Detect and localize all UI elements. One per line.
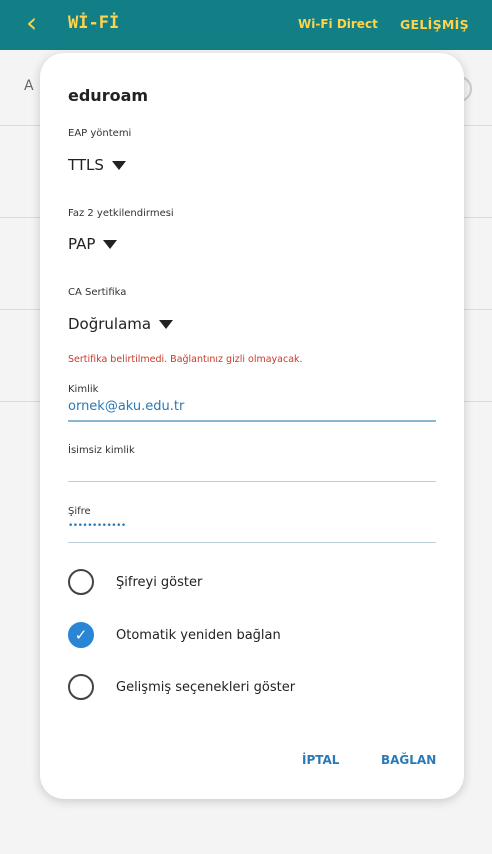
dropdown-arrow-icon — [111, 160, 126, 170]
ca-cert-label: CA Sertifika — [68, 287, 127, 298]
app-bar: ‹ Wİ-Fİ Wi-Fi Direct GELİŞMİŞ — [0, 0, 492, 50]
checkbox-checked-icon: ✓ — [68, 622, 94, 648]
cancel-button[interactable]: İPTAL — [302, 753, 339, 767]
back-chevron-icon[interactable]: ‹ — [26, 8, 37, 38]
list-item-label: A — [24, 78, 34, 94]
checkbox-unchecked-icon — [68, 569, 94, 595]
checkmark-icon: ✓ — [74, 625, 88, 644]
input-underline — [68, 481, 436, 482]
ca-cert-dropdown[interactable]: Doğrulama — [68, 315, 174, 333]
input-underline — [68, 420, 436, 422]
phase2-label: Faz 2 yetkilendirmesi — [68, 208, 174, 219]
auto-reconnect-checkbox[interactable]: ✓ Otomatik yeniden bağlan — [68, 622, 281, 648]
eap-method-dropdown[interactable]: TTLS — [68, 156, 126, 174]
anonymous-identity-label: İsimsiz kimlik — [68, 445, 135, 456]
advanced-button[interactable]: GELİŞMİŞ — [400, 17, 469, 32]
page-title: Wİ-Fİ — [68, 13, 120, 33]
checkbox-label: Otomatik yeniden bağlan — [116, 627, 281, 643]
anonymous-identity-field[interactable]: İsimsiz kimlik — [68, 445, 436, 482]
connect-button[interactable]: BAĞLAN — [381, 753, 436, 767]
identity-label: Kimlik — [68, 384, 99, 395]
certificate-warning: Sertifika belirtilmedi. Bağlantınız gizl… — [68, 354, 303, 365]
password-field[interactable]: Şifre •••••••••••• — [68, 506, 436, 543]
show-password-checkbox[interactable]: Şifreyi göster — [68, 569, 202, 595]
wifi-direct-button[interactable]: Wi-Fi Direct — [298, 17, 378, 31]
dialog-title: eduroam — [68, 86, 149, 105]
eap-method-value: TTLS — [68, 156, 104, 174]
password-input[interactable]: •••••••••••• — [68, 521, 436, 537]
phase2-value: PAP — [68, 235, 96, 253]
phase2-dropdown[interactable]: PAP — [68, 235, 118, 253]
dropdown-arrow-icon — [159, 319, 174, 329]
input-underline — [68, 542, 436, 543]
checkbox-unchecked-icon — [68, 674, 94, 700]
ca-cert-value: Doğrulama — [68, 315, 152, 333]
identity-field[interactable]: Kimlik ornek@aku.edu.tr — [68, 384, 436, 422]
eap-method-label: EAP yöntemi — [68, 128, 132, 139]
dropdown-arrow-icon — [103, 239, 118, 249]
show-advanced-options-checkbox[interactable]: Gelişmiş seçenekleri göster — [68, 674, 295, 700]
wifi-config-dialog: eduroam EAP yöntemi TTLS Faz 2 yetkilend… — [40, 53, 464, 799]
checkbox-label: Gelişmiş seçenekleri göster — [116, 679, 296, 695]
identity-input[interactable]: ornek@aku.edu.tr — [68, 399, 436, 415]
password-label: Şifre — [68, 506, 91, 517]
anonymous-identity-input[interactable] — [68, 460, 436, 476]
checkbox-label: Şifreyi göster — [116, 574, 203, 590]
